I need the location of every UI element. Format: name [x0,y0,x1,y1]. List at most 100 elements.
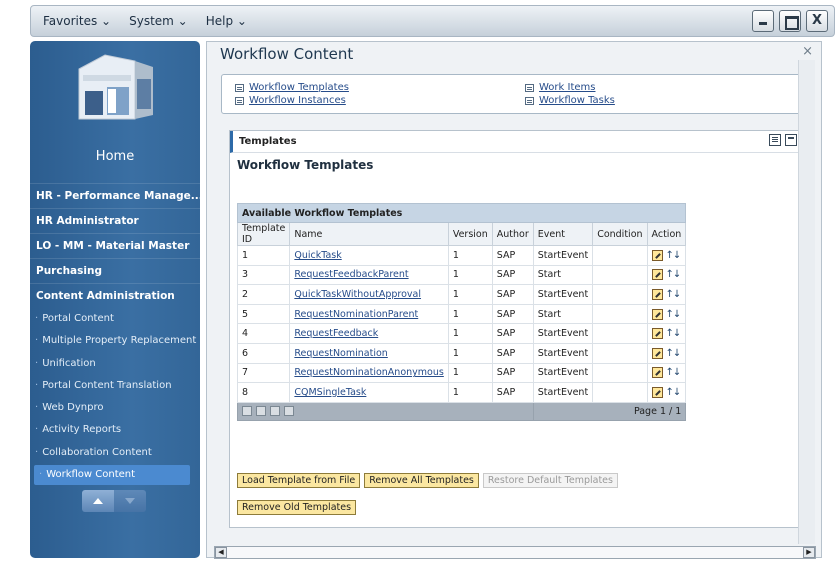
sidebar-item-unification[interactable]: · Unification [30,353,200,375]
document-icon [235,83,244,92]
minimize-button[interactable] [752,10,774,32]
sort-arrows-icon[interactable]: ↑↓ [666,289,682,300]
menu-help[interactable]: Help ⌄ [206,14,247,28]
sort-arrows-icon[interactable]: ↑↓ [666,328,682,339]
sort-arrows-icon[interactable]: ↑↓ [666,387,682,398]
link-workflow-templates[interactable]: Workflow Templates [235,82,349,93]
cell-name-link[interactable]: RequestFeedback [289,323,449,344]
sidebar-item-portal-content[interactable]: · Portal Content [30,308,200,330]
edit-icon[interactable] [651,328,663,340]
sidebar-item-multiple-property-replacement[interactable]: · Multiple Property Replacement [30,330,200,352]
next-page-icon[interactable] [270,406,280,417]
cell-author: SAP [491,264,534,286]
load-template-button[interactable]: Load Template from File [237,473,361,488]
remove-old-templates-button[interactable]: Remove Old Templates [237,500,357,515]
table-row[interactable]: 4 RequestFeedback 1 SAP StartEvent ↑↓ [236,323,687,344]
column-header-name[interactable]: Name [289,222,449,246]
maximize-button[interactable] [779,10,801,32]
table-row[interactable]: 5 RequestNominationParent 1 SAP Start ↑↓ [236,303,687,325]
sidebar-group-hr-performance[interactable]: HR - Performance Manage... [30,183,200,208]
scroll-left-icon[interactable]: ◀ [215,547,227,558]
table-row[interactable]: 6 RequestNomination 1 SAP StartEvent ↑↓ [236,342,687,364]
menu-system[interactable]: System ⌄ [129,14,188,28]
column-header-template-id[interactable]: Template ID [236,222,291,246]
sort-arrows-icon[interactable]: ↑↓ [666,348,682,359]
bullet-icon: · [35,424,39,436]
home-section[interactable]: Home [30,41,200,179]
cell-condition [592,303,648,325]
sort-arrows-icon[interactable]: ↑↓ [666,269,682,280]
scroll-down-button[interactable] [114,490,146,512]
cell-name-link[interactable]: RequestFeedbackParent [289,264,449,286]
link-work-items[interactable]: Work Items [525,82,595,93]
template-name-link[interactable]: QuickTask [294,250,341,261]
bullet-icon: · [39,469,43,481]
sidebar-group-hr-administrator[interactable]: HR Administrator [30,208,200,233]
last-page-icon[interactable] [284,406,294,417]
table-row[interactable]: 2 QuickTaskWithoutApproval 1 SAP StartEvent ↑… [236,284,687,305]
cell-name-link[interactable]: RequestNominationParent [289,303,449,325]
bullet-icon: · [35,313,39,324]
table-row[interactable]: 8 CQMSingleTask 1 SAP StartEvent ↑↓ [236,382,687,403]
sort-arrows-icon[interactable]: ↑↓ [666,250,682,261]
cell-name-link[interactable]: QuickTask [289,245,449,266]
sort-arrows-icon[interactable]: ↑↓ [666,367,682,378]
sidebar-item-portal-content-translation[interactable]: · Portal Content Translation [30,375,200,397]
tray-menu-icon[interactable] [769,134,781,146]
edit-icon[interactable] [651,288,663,300]
document-icon [235,96,244,105]
column-header-author[interactable]: Author [491,222,534,246]
column-header-condition[interactable]: Condition [592,222,648,246]
template-name-link[interactable]: QuickTaskWithoutApproval [294,289,421,300]
first-page-icon[interactable] [242,406,252,417]
cell-name-link[interactable]: CQMSingleTask [289,382,449,403]
previous-page-icon[interactable] [256,406,266,417]
sidebar-group-content-administration[interactable]: Content Administration [30,283,200,308]
column-header-event[interactable]: Event [532,222,594,246]
column-header-version[interactable]: Version [447,222,493,246]
sidebar-group-purchasing[interactable]: Purchasing [30,258,200,283]
workflow-links-box: Workflow Templates Workflow Instances Wo… [221,74,809,114]
template-name-link[interactable]: RequestNominationAnonymous [294,367,443,378]
scroll-right-icon[interactable]: ▶ [803,547,815,558]
template-name-link[interactable]: CQMSingleTask [294,387,366,398]
template-name-link[interactable]: RequestFeedback [294,328,378,339]
link-workflow-instances[interactable]: Workflow Instances [235,95,346,106]
sidebar-item-workflow-content[interactable]: · Workflow Content [34,465,190,486]
sidebar-item-activity-reports[interactable]: · Activity Reports [30,419,200,441]
cell-name-link[interactable]: QuickTaskWithoutApproval [289,284,449,305]
template-name-link[interactable]: RequestNominationParent [294,309,418,320]
sidebar-group-material-master[interactable]: LO - MM - Material Master [30,233,200,258]
cell-template-id: 2 [236,284,291,305]
sidebar-item-web-dynpro[interactable]: · Web Dynpro [30,397,200,419]
cell-author: SAP [491,245,534,266]
scroll-up-button[interactable] [82,490,114,512]
edit-icon[interactable] [651,347,663,359]
remove-all-templates-button[interactable]: Remove All Templates [364,473,479,488]
menu-favorites[interactable]: Favorites ⌄ [43,14,111,28]
restore-default-templates-button[interactable]: Restore Default Templates [482,473,618,488]
cell-action: ↑↓ [646,303,687,325]
edit-icon[interactable] [651,386,663,398]
close-icon[interactable]: × [802,44,813,59]
template-name-link[interactable]: RequestFeedbackParent [294,269,408,280]
sort-arrows-icon[interactable]: ↑↓ [666,309,682,320]
vertical-scrollbar[interactable] [798,60,815,544]
cell-name-link[interactable]: RequestNomination [289,342,449,364]
cell-name-link[interactable]: RequestNominationAnonymous [289,362,449,384]
document-icon [525,83,534,92]
horizontal-scrollbar[interactable]: ◀ ▶ [214,546,816,559]
sidebar-item-collaboration-content[interactable]: · Collaboration Content [30,442,200,464]
edit-icon[interactable] [651,249,663,261]
cell-condition [592,284,648,305]
edit-icon[interactable] [651,367,663,379]
link-workflow-tasks[interactable]: Workflow Tasks [525,95,615,106]
template-name-link[interactable]: RequestNomination [294,348,387,359]
table-row[interactable]: 3 RequestFeedbackParent 1 SAP Start ↑↓ [236,264,687,286]
close-window-button[interactable]: X [806,10,828,32]
tray-collapse-icon[interactable] [785,134,797,146]
edit-icon[interactable] [651,269,663,281]
table-row[interactable]: 7 RequestNominationAnonymous 1 SAP StartEven… [236,362,687,384]
edit-icon[interactable] [651,308,663,320]
table-row[interactable]: 1 QuickTask 1 SAP StartEvent ↑↓ [236,245,687,266]
